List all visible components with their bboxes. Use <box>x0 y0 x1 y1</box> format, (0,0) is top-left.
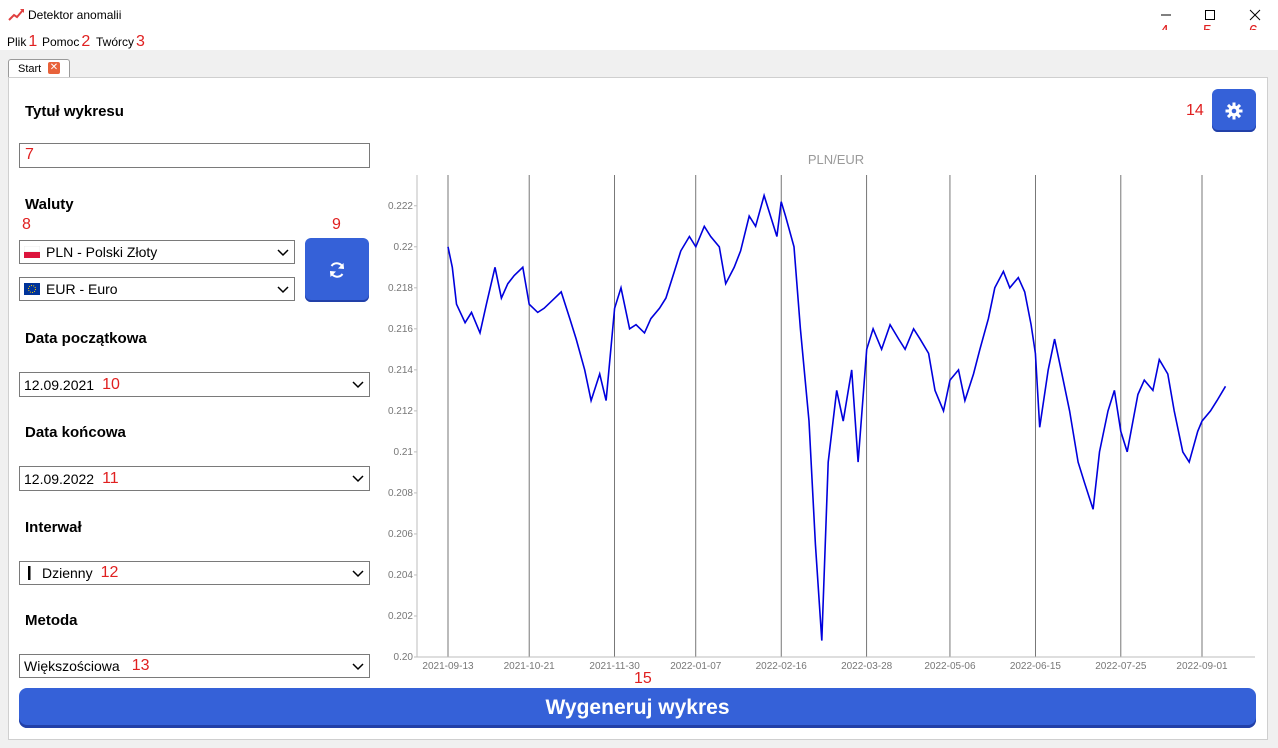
start-date-label: Data początkowa <box>25 330 147 347</box>
y-tick-label: 0.214 <box>388 365 413 376</box>
chart-trend-icon <box>8 9 24 21</box>
swap-currencies-button[interactable] <box>305 238 369 302</box>
y-tick-label: 0.212 <box>388 406 413 417</box>
marker-swap: 9 <box>332 216 341 233</box>
interval-label: Interwał <box>25 519 82 536</box>
y-tick-label: 0.222 <box>388 201 413 212</box>
menu-item-pomoc[interactable]: Pomoc 2 <box>42 33 90 51</box>
method-label: Metoda <box>25 612 78 629</box>
marker-chart: 15 <box>634 670 652 687</box>
currency-to-select[interactable]: EUR - Euro <box>19 277 295 301</box>
menu-item-tworcy[interactable]: Twórcy 3 <box>96 33 145 51</box>
start-date-picker[interactable]: 12.09.2021 10 <box>19 372 370 397</box>
series-line <box>447 192 1227 641</box>
exchange-rate-chart: PLN/EUR 0.20 0.202 0.204 0.206 0.208 0.21 0.21… <box>388 152 1255 672</box>
chevron-down-icon <box>352 475 364 483</box>
y-tick-label: 0.218 <box>388 283 413 294</box>
y-tick-label: 0.208 <box>388 488 413 499</box>
chevron-down-icon <box>352 570 364 578</box>
currency-to-value: EUR - Euro <box>46 281 118 297</box>
x-tick-label: 2022-06-15 <box>1010 661 1062 672</box>
x-tick-label: 2022-09-01 <box>1176 661 1228 672</box>
currency-from-value: PLN - Polski Złoty <box>46 244 158 260</box>
eu-flag-icon <box>24 283 40 295</box>
start-date-value: 12.09.2021 <box>24 376 95 393</box>
y-tick-label: 0.202 <box>388 611 413 622</box>
title-bar <box>0 0 1278 30</box>
window-title: Detektor anomalii <box>28 8 122 22</box>
currency-from-select[interactable]: PLN - Polski Złoty <box>19 240 295 264</box>
marker-start-date: 10 <box>102 375 120 393</box>
settings-button[interactable] <box>1212 89 1256 132</box>
y-tick-label: 0.21 <box>394 447 414 458</box>
end-date-value: 12.09.2022 <box>24 470 95 487</box>
chart-title-label: Tytuł wykresu <box>25 103 124 120</box>
chevron-down-icon <box>277 249 289 257</box>
interval-select[interactable]: Dzienny 12 <box>19 561 370 585</box>
marker-menu: 2 <box>81 33 91 50</box>
interval-value: Dzienny <box>42 565 93 581</box>
y-tick-label: 0.22 <box>394 242 414 253</box>
x-tick-label: 2021-11-30 <box>589 661 640 672</box>
refresh-icon <box>330 262 344 278</box>
x-tick-label: 2021-10-21 <box>504 661 556 672</box>
generate-chart-button[interactable]: Wygeneruj wykres <box>19 688 1256 728</box>
close-icon <box>1249 9 1261 21</box>
end-date-picker[interactable]: 12.09.2022 11 <box>19 466 370 491</box>
marker-menu: 3 <box>136 33 145 50</box>
marker-currencies: 8 <box>22 216 31 233</box>
menu-label: Pomoc <box>42 35 80 49</box>
menu-item-plik[interactable]: Plik 1 <box>7 33 37 51</box>
minimize-icon <box>1161 14 1171 16</box>
marker-title-input: 7 <box>25 146 34 163</box>
menu-label: Plik <box>7 35 27 49</box>
y-tick-label: 0.216 <box>388 324 413 335</box>
chart-title: PLN/EUR <box>808 152 864 167</box>
chart-title-input[interactable] <box>19 143 370 168</box>
tab-close-icon[interactable]: ✕ <box>48 62 60 74</box>
marker-end-date: 11 <box>102 469 119 487</box>
end-date-label: Data końcowa <box>25 424 126 441</box>
x-tick-label: 2022-03-28 <box>841 661 893 672</box>
menu-label: Twórcy <box>96 35 135 49</box>
chevron-down-icon <box>352 663 364 671</box>
y-tick-label: 0.20 <box>394 652 414 663</box>
menu-bar <box>0 30 1278 50</box>
marker-interval: 12 <box>100 564 119 581</box>
bar-icon <box>28 566 31 580</box>
x-tick-label: 2022-07-25 <box>1095 661 1147 672</box>
x-tick-label: 2022-01-07 <box>670 661 722 672</box>
marker-settings: 14 <box>1186 102 1204 119</box>
maximize-icon <box>1205 10 1215 20</box>
x-tick-label: 2021-09-13 <box>422 661 474 672</box>
y-tick-label: 0.206 <box>388 529 413 540</box>
poland-flag-icon <box>24 246 40 258</box>
x-tick-label: 2022-05-06 <box>924 661 976 672</box>
tab-start-label: Start <box>18 63 42 75</box>
gear-icon <box>1225 102 1243 119</box>
method-value: Większościowa <box>24 658 120 674</box>
marker-method: 13 <box>131 657 150 674</box>
x-tick-label: 2022-02-16 <box>756 661 808 672</box>
y-tick-label: 0.204 <box>388 570 413 581</box>
chevron-down-icon <box>277 286 289 294</box>
chevron-down-icon <box>352 381 364 389</box>
method-select[interactable]: Większościowa 13 <box>19 654 370 678</box>
currencies-label: Waluty <box>25 196 74 213</box>
marker-menu: 1 <box>28 33 38 50</box>
